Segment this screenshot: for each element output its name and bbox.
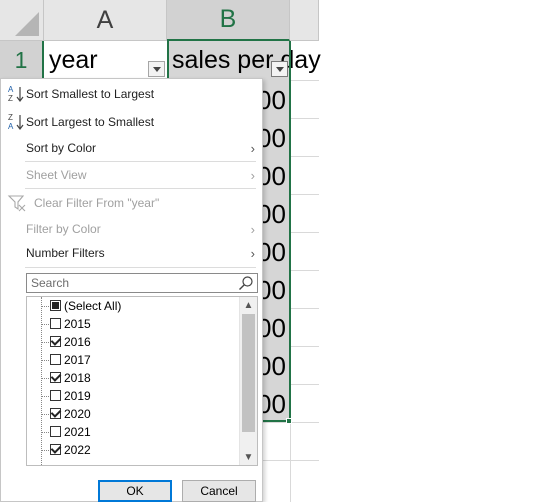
tree-line bbox=[41, 306, 49, 307]
sort-ascending-icon: A Z bbox=[8, 85, 24, 103]
tree-line bbox=[41, 378, 49, 379]
checkbox[interactable] bbox=[50, 408, 61, 419]
checkbox[interactable] bbox=[50, 444, 61, 455]
list-scrollbar[interactable]: ▲ ▼ bbox=[239, 297, 257, 465]
menu-sort-descending[interactable]: Z A Sort Largest to Smallest bbox=[1, 109, 262, 135]
column-header-a[interactable]: A bbox=[44, 0, 167, 41]
list-item-label: 2017 bbox=[64, 353, 91, 367]
chevron-right-icon: › bbox=[250, 141, 255, 156]
corner-triangle-icon bbox=[15, 12, 39, 36]
search-placeholder: Search bbox=[31, 276, 70, 290]
checkbox[interactable] bbox=[50, 426, 61, 437]
checkbox[interactable] bbox=[50, 372, 61, 383]
menu-label: Clear Filter From "year" bbox=[34, 196, 160, 210]
tree-line bbox=[41, 396, 49, 397]
list-item-label: (Select All) bbox=[64, 299, 122, 313]
row-header-1[interactable]: 1 bbox=[0, 41, 44, 80]
menu-separator bbox=[25, 188, 256, 189]
menu-label: Sheet View bbox=[26, 168, 87, 182]
list-item-label: 2022 bbox=[64, 443, 91, 457]
fill-handle[interactable] bbox=[286, 418, 292, 424]
tree-line bbox=[41, 414, 49, 415]
list-item[interactable]: 2020 bbox=[27, 405, 239, 423]
svg-text:A: A bbox=[8, 122, 14, 131]
list-item-label: 2020 bbox=[64, 407, 91, 421]
filter-dropdown-a[interactable] bbox=[148, 61, 165, 77]
tree-line bbox=[41, 360, 49, 361]
checkbox[interactable] bbox=[50, 354, 61, 365]
column-header-b[interactable]: B bbox=[167, 0, 290, 41]
cancel-button[interactable]: Cancel bbox=[182, 480, 256, 502]
select-all-corner[interactable] bbox=[0, 0, 44, 41]
search-input[interactable]: Search bbox=[26, 273, 258, 293]
list-item[interactable]: 2018 bbox=[27, 369, 239, 387]
list-item-select-all[interactable]: (Select All) bbox=[27, 297, 239, 315]
menu-label: Sort Smallest to Largest bbox=[26, 87, 155, 101]
svg-text:A: A bbox=[8, 85, 14, 94]
sort-descending-icon: Z A bbox=[8, 113, 24, 131]
menu-number-filters[interactable]: Number Filters › bbox=[1, 240, 262, 266]
tree-line bbox=[41, 324, 49, 325]
tree-line bbox=[41, 450, 49, 451]
menu-sort-ascending[interactable]: A Z Sort Smallest to Largest bbox=[1, 81, 262, 107]
menu-clear-filter[interactable]: Clear Filter From "year" bbox=[1, 190, 262, 216]
chevron-right-icon: › bbox=[250, 246, 255, 261]
search-icon bbox=[239, 276, 253, 290]
list-item[interactable]: 2019 bbox=[27, 387, 239, 405]
list-item[interactable]: 2017 bbox=[27, 351, 239, 369]
menu-sort-by-color[interactable]: Sort by Color › bbox=[1, 135, 262, 161]
list-item[interactable]: 2021 bbox=[27, 423, 239, 441]
menu-label: Filter by Color bbox=[26, 222, 101, 236]
list-item-label: 2019 bbox=[64, 389, 91, 403]
checkbox[interactable] bbox=[50, 390, 61, 401]
scrollbar-thumb[interactable] bbox=[242, 314, 255, 432]
list-item[interactable]: 2016 bbox=[27, 333, 239, 351]
ok-button[interactable]: OK bbox=[98, 480, 172, 502]
chevron-right-icon: › bbox=[250, 168, 255, 183]
filter-value-list: (Select All) 2015 2016 2017 2018 2019 20… bbox=[26, 296, 258, 466]
clear-filter-icon bbox=[7, 195, 26, 212]
select-all-checkbox[interactable] bbox=[50, 300, 61, 311]
svg-text:Z: Z bbox=[8, 94, 13, 103]
scroll-down-icon[interactable]: ▼ bbox=[240, 449, 257, 465]
chevron-down-icon bbox=[152, 66, 161, 72]
svg-text:Z: Z bbox=[8, 113, 13, 122]
checkbox[interactable] bbox=[50, 336, 61, 347]
menu-label: Sort Largest to Smallest bbox=[26, 115, 155, 129]
tree-line bbox=[41, 342, 49, 343]
menu-label: Sort by Color bbox=[26, 141, 97, 155]
column-header-c[interactable] bbox=[290, 0, 319, 41]
list-item-label: 2016 bbox=[64, 335, 91, 349]
checkbox[interactable] bbox=[50, 318, 61, 329]
list-item[interactable]: 2022 bbox=[27, 441, 239, 459]
tree-line bbox=[41, 432, 49, 433]
list-item-label: 2018 bbox=[64, 371, 91, 385]
list-item-label: 2015 bbox=[64, 317, 91, 331]
autofilter-dropdown: A Z Sort Smallest to Largest Z A Sort La… bbox=[0, 78, 263, 502]
scroll-up-icon[interactable]: ▲ bbox=[240, 297, 257, 313]
list-item[interactable]: 2015 bbox=[27, 315, 239, 333]
menu-filter-by-color[interactable]: Filter by Color › bbox=[1, 216, 262, 242]
menu-label: Number Filters bbox=[26, 246, 105, 260]
menu-separator bbox=[25, 267, 256, 268]
chevron-right-icon: › bbox=[250, 222, 255, 237]
menu-sheet-view[interactable]: Sheet View › bbox=[1, 162, 262, 188]
list-item-label: 2021 bbox=[64, 425, 91, 439]
